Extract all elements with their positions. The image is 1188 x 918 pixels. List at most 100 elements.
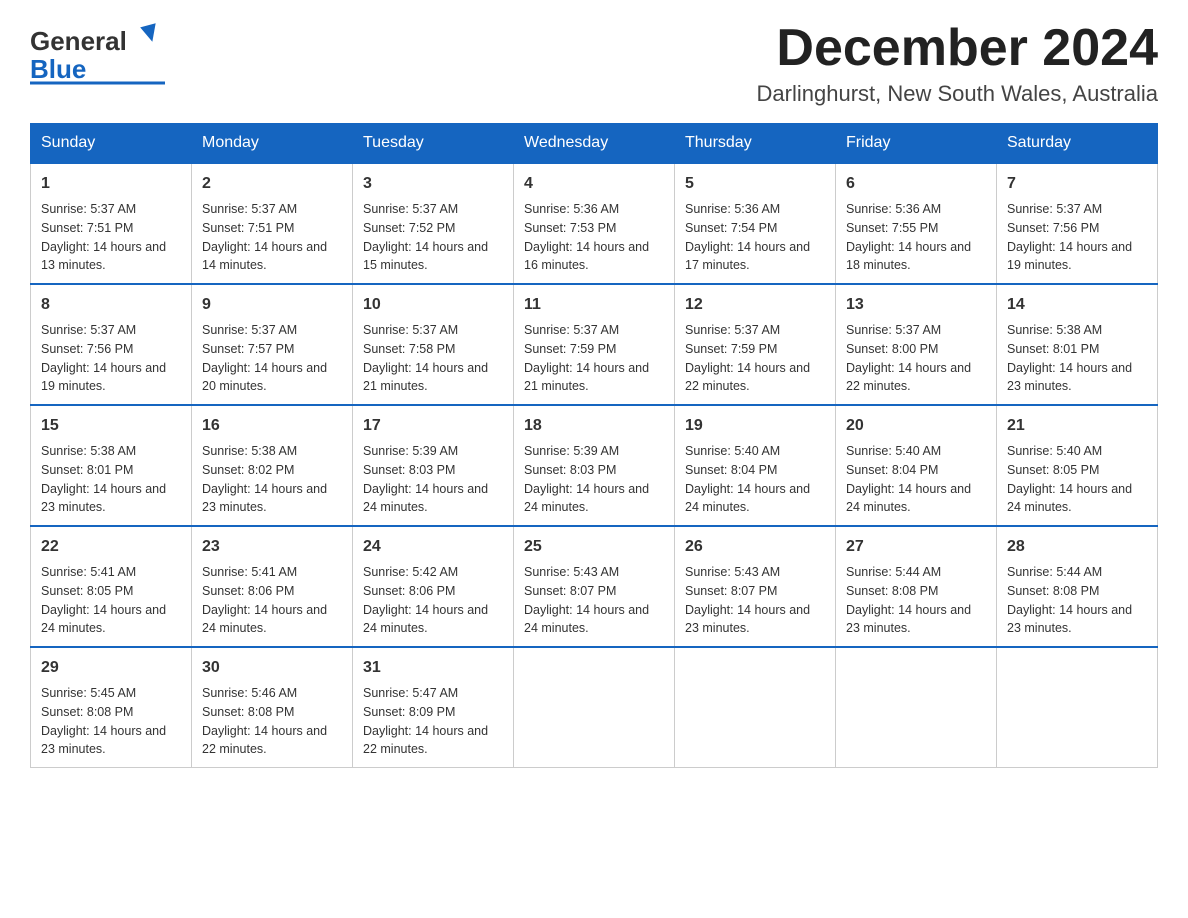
calendar-cell: 15 Sunrise: 5:38 AMSunset: 8:01 PMDayligh… (31, 405, 192, 526)
calendar-cell: 1 Sunrise: 5:37 AMSunset: 7:51 PMDaylight… (31, 163, 192, 284)
day-info: Sunrise: 5:37 AMSunset: 7:52 PMDaylight:… (363, 200, 503, 275)
weekday-header-monday: Monday (192, 124, 353, 164)
calendar-cell: 30Sunrise: 5:46 AMSunset: 8:08 PMDayligh… (192, 647, 353, 768)
calendar-cell: 11 Sunrise: 5:37 AMSunset: 7:59 PMDayligh… (514, 284, 675, 405)
calendar-cell: 20Sunrise: 5:40 AMSunset: 8:04 PMDayligh… (836, 405, 997, 526)
month-title: December 2024 (757, 20, 1158, 77)
day-number: 18 (524, 414, 664, 438)
day-info: Sunrise: 5:38 AMSunset: 8:02 PMDaylight:… (202, 442, 342, 517)
calendar-cell: 19Sunrise: 5:40 AMSunset: 8:04 PMDayligh… (675, 405, 836, 526)
day-info: Sunrise: 5:45 AMSunset: 8:08 PMDaylight:… (41, 684, 181, 759)
day-number: 8 (41, 293, 181, 317)
day-info: Sunrise: 5:46 AMSunset: 8:08 PMDaylight:… (202, 684, 342, 759)
day-number: 12 (685, 293, 825, 317)
day-number: 31 (363, 656, 503, 680)
day-info: Sunrise: 5:38 AMSunset: 8:01 PMDaylight:… (41, 442, 181, 517)
calendar-cell: 29 Sunrise: 5:45 AMSunset: 8:08 PMDayligh… (31, 647, 192, 768)
day-info: Sunrise: 5:47 AMSunset: 8:09 PMDaylight:… (363, 684, 503, 759)
calendar-table: SundayMondayTuesdayWednesdayThursdayFrid… (30, 123, 1158, 768)
calendar-cell: 16Sunrise: 5:38 AMSunset: 8:02 PMDayligh… (192, 405, 353, 526)
calendar-cell: 9Sunrise: 5:37 AMSunset: 7:57 PMDaylight… (192, 284, 353, 405)
day-info: Sunrise: 5:37 AMSunset: 7:56 PMDaylight:… (41, 321, 181, 396)
day-info: Sunrise: 5:37 AMSunset: 7:59 PMDaylight:… (685, 321, 825, 396)
calendar-cell: 21 Sunrise: 5:40 AMSunset: 8:05 PMDayligh… (997, 405, 1158, 526)
calendar-week-row: 22 Sunrise: 5:41 AMSunset: 8:05 PMDayligh… (31, 526, 1158, 647)
calendar-cell (997, 647, 1158, 768)
calendar-cell: 12 Sunrise: 5:37 AMSunset: 7:59 PMDayligh… (675, 284, 836, 405)
day-number: 11 (524, 293, 664, 317)
day-number: 13 (846, 293, 986, 317)
calendar-cell: 3 Sunrise: 5:37 AMSunset: 7:52 PMDaylight… (353, 163, 514, 284)
day-number: 10 (363, 293, 503, 317)
calendar-cell (675, 647, 836, 768)
day-info: Sunrise: 5:40 AMSunset: 8:04 PMDaylight:… (685, 442, 825, 517)
calendar-cell: 23 Sunrise: 5:41 AMSunset: 8:06 PMDayligh… (192, 526, 353, 647)
day-number: 29 (41, 656, 181, 680)
calendar-cell (514, 647, 675, 768)
day-info: Sunrise: 5:36 AMSunset: 7:54 PMDaylight:… (685, 200, 825, 275)
day-number: 17 (363, 414, 503, 438)
weekday-header-saturday: Saturday (997, 124, 1158, 164)
day-info: Sunrise: 5:37 AMSunset: 7:51 PMDaylight:… (41, 200, 181, 275)
day-number: 6 (846, 172, 986, 196)
day-info: Sunrise: 5:42 AMSunset: 8:06 PMDaylight:… (363, 563, 503, 638)
calendar-cell: 18 Sunrise: 5:39 AMSunset: 8:03 PMDayligh… (514, 405, 675, 526)
day-info: Sunrise: 5:40 AMSunset: 8:04 PMDaylight:… (846, 442, 986, 517)
calendar-cell: 4 Sunrise: 5:36 AMSunset: 7:53 PMDaylight… (514, 163, 675, 284)
day-number: 4 (524, 172, 664, 196)
calendar-cell: 28 Sunrise: 5:44 AMSunset: 8:08 PMDayligh… (997, 526, 1158, 647)
day-info: Sunrise: 5:37 AMSunset: 7:58 PMDaylight:… (363, 321, 503, 396)
day-number: 1 (41, 172, 181, 196)
calendar-cell: 14 Sunrise: 5:38 AMSunset: 8:01 PMDayligh… (997, 284, 1158, 405)
title-area: December 2024 Darlinghurst, New South Wa… (757, 20, 1158, 107)
calendar-cell: 6 Sunrise: 5:36 AMSunset: 7:55 PMDaylight… (836, 163, 997, 284)
day-number: 24 (363, 535, 503, 559)
day-info: Sunrise: 5:36 AMSunset: 7:55 PMDaylight:… (846, 200, 986, 275)
page-header: General Blue December 2024 Darlinghurst,… (30, 20, 1158, 107)
day-info: Sunrise: 5:37 AMSunset: 7:59 PMDaylight:… (524, 321, 664, 396)
calendar-cell: 26 Sunrise: 5:43 AMSunset: 8:07 PMDayligh… (675, 526, 836, 647)
day-number: 26 (685, 535, 825, 559)
calendar-cell: 24 Sunrise: 5:42 AMSunset: 8:06 PMDayligh… (353, 526, 514, 647)
day-info: Sunrise: 5:36 AMSunset: 7:53 PMDaylight:… (524, 200, 664, 275)
day-number: 5 (685, 172, 825, 196)
weekday-header-friday: Friday (836, 124, 997, 164)
day-info: Sunrise: 5:43 AMSunset: 8:07 PMDaylight:… (685, 563, 825, 638)
day-info: Sunrise: 5:41 AMSunset: 8:05 PMDaylight:… (41, 563, 181, 638)
calendar-cell: 22 Sunrise: 5:41 AMSunset: 8:05 PMDayligh… (31, 526, 192, 647)
svg-text:General: General (30, 26, 127, 56)
day-info: Sunrise: 5:44 AMSunset: 8:08 PMDaylight:… (1007, 563, 1147, 638)
day-info: Sunrise: 5:37 AMSunset: 7:51 PMDaylight:… (202, 200, 342, 275)
weekday-header-sunday: Sunday (31, 124, 192, 164)
calendar-week-row: 1 Sunrise: 5:37 AMSunset: 7:51 PMDaylight… (31, 163, 1158, 284)
day-number: 7 (1007, 172, 1147, 196)
logo: General Blue (30, 20, 170, 85)
calendar-week-row: 15 Sunrise: 5:38 AMSunset: 8:01 PMDayligh… (31, 405, 1158, 526)
day-number: 22 (41, 535, 181, 559)
calendar-cell: 27Sunrise: 5:44 AMSunset: 8:08 PMDayligh… (836, 526, 997, 647)
calendar-week-row: 29 Sunrise: 5:45 AMSunset: 8:08 PMDayligh… (31, 647, 1158, 768)
calendar-cell: 25 Sunrise: 5:43 AMSunset: 8:07 PMDayligh… (514, 526, 675, 647)
calendar-cell: 10 Sunrise: 5:37 AMSunset: 7:58 PMDayligh… (353, 284, 514, 405)
day-number: 25 (524, 535, 664, 559)
calendar-cell: 13Sunrise: 5:37 AMSunset: 8:00 PMDayligh… (836, 284, 997, 405)
day-info: Sunrise: 5:37 AMSunset: 7:56 PMDaylight:… (1007, 200, 1147, 275)
logo-svg: General Blue (30, 20, 170, 85)
day-number: 28 (1007, 535, 1147, 559)
day-info: Sunrise: 5:39 AMSunset: 8:03 PMDaylight:… (524, 442, 664, 517)
weekday-header-row: SundayMondayTuesdayWednesdayThursdayFrid… (31, 124, 1158, 164)
calendar-cell: 7 Sunrise: 5:37 AMSunset: 7:56 PMDaylight… (997, 163, 1158, 284)
day-info: Sunrise: 5:41 AMSunset: 8:06 PMDaylight:… (202, 563, 342, 638)
day-number: 23 (202, 535, 342, 559)
day-info: Sunrise: 5:40 AMSunset: 8:05 PMDaylight:… (1007, 442, 1147, 517)
day-number: 14 (1007, 293, 1147, 317)
calendar-week-row: 8 Sunrise: 5:37 AMSunset: 7:56 PMDaylight… (31, 284, 1158, 405)
day-number: 9 (202, 293, 342, 317)
day-info: Sunrise: 5:38 AMSunset: 8:01 PMDaylight:… (1007, 321, 1147, 396)
day-number: 3 (363, 172, 503, 196)
calendar-cell: 5 Sunrise: 5:36 AMSunset: 7:54 PMDaylight… (675, 163, 836, 284)
day-number: 21 (1007, 414, 1147, 438)
day-info: Sunrise: 5:43 AMSunset: 8:07 PMDaylight:… (524, 563, 664, 638)
weekday-header-wednesday: Wednesday (514, 124, 675, 164)
day-number: 15 (41, 414, 181, 438)
